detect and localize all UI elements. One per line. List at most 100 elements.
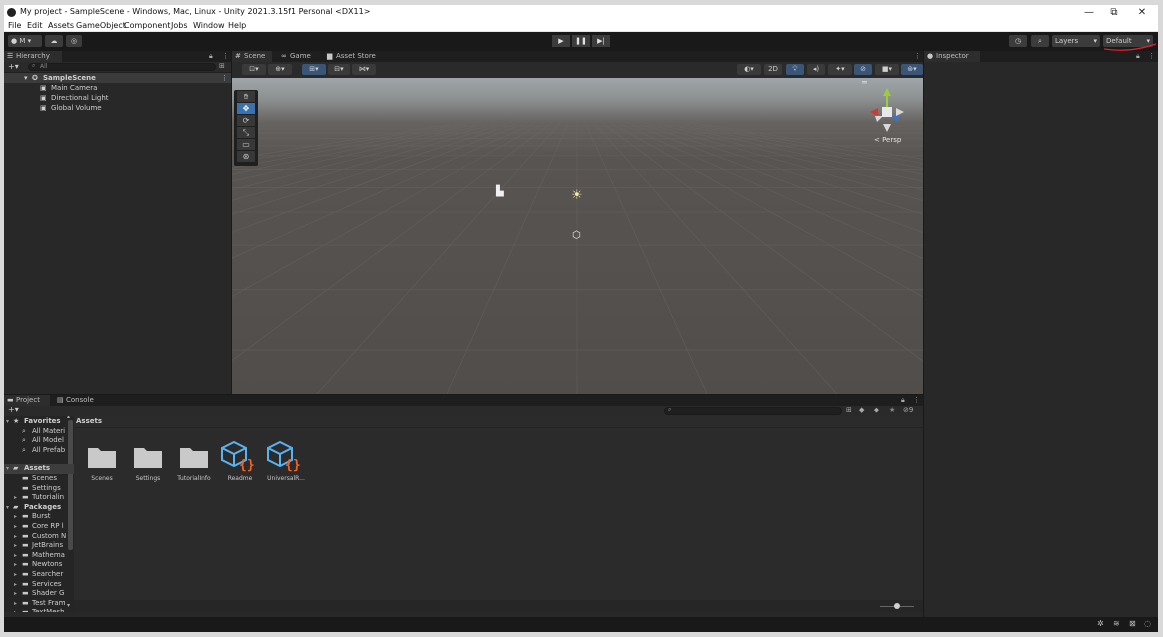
collab-button[interactable]: ◎ bbox=[66, 35, 82, 47]
zoom-slider-thumb[interactable] bbox=[894, 603, 900, 609]
tab-console[interactable]: ▤ Console bbox=[54, 395, 100, 406]
assets-folder[interactable]: ▾ ▰ Assets bbox=[4, 464, 74, 474]
kebab-menu-icon[interactable]: ⋮ bbox=[913, 396, 920, 404]
hierarchy-item[interactable]: ▣ Global Volume bbox=[4, 103, 231, 113]
minimize-button[interactable]: — bbox=[1079, 6, 1099, 19]
lighting-toggle[interactable]: 💡︎ bbox=[786, 64, 804, 75]
tab-game[interactable]: ∞ Game bbox=[278, 51, 314, 62]
menu-edit[interactable]: Edit bbox=[27, 21, 43, 30]
favorites-header[interactable]: ▾ ★ Favorites bbox=[4, 417, 74, 427]
tab-scene[interactable]: # Scene bbox=[232, 51, 272, 62]
asset-folder-item[interactable]: ▬ Scenes bbox=[4, 474, 74, 484]
grid-snap-toggle[interactable]: ⊞▾ bbox=[302, 64, 326, 75]
kebab-menu-icon[interactable]: ⋮ bbox=[221, 73, 228, 83]
align-button[interactable]: ⋈▾ bbox=[352, 64, 376, 75]
menu-help[interactable]: Help bbox=[228, 21, 246, 30]
rect-tool-button[interactable]: ▭ bbox=[237, 139, 255, 150]
package-item[interactable]: ▸ ▬ Shader G bbox=[4, 589, 74, 599]
hierarchy-item[interactable]: ▣ Directional Light bbox=[4, 93, 231, 103]
collapse-arrow-icon[interactable]: ▸ bbox=[14, 493, 17, 503]
play-button[interactable]: ▶ bbox=[552, 35, 570, 47]
package-item[interactable]: ▸ ▬ Custom N bbox=[4, 532, 74, 542]
kebab-menu-icon[interactable]: ⋮ bbox=[914, 52, 921, 60]
lock-icon[interactable]: 🔒︎ bbox=[901, 396, 905, 405]
scene-viewport[interactable]: ✋︎ ✥ ⟳ ⤡ ▭ ⊛ ═ < Persp ▙ ☀ ⬡ bbox=[232, 78, 923, 394]
snap-increment-button[interactable]: ⊟▾ bbox=[328, 64, 350, 75]
favorite-item[interactable]: ⌕ All Prefab bbox=[4, 446, 74, 456]
package-item[interactable]: ▸ ▬ JetBrains bbox=[4, 541, 74, 551]
collapse-arrow-icon[interactable]: ▸ bbox=[14, 512, 17, 522]
favorite-item[interactable]: ⌕ All Model bbox=[4, 436, 74, 446]
asset-item[interactable]: Settings bbox=[125, 438, 171, 488]
scale-tool-button[interactable]: ⤡ bbox=[237, 127, 255, 138]
expand-arrow-icon[interactable]: ▾ bbox=[6, 503, 9, 513]
filter-icon[interactable]: ⊞ bbox=[219, 62, 225, 70]
collapse-arrow-icon[interactable]: ▸ bbox=[14, 580, 17, 590]
menu-assets[interactable]: Assets bbox=[48, 21, 74, 30]
expand-arrow-icon[interactable]: ▾ bbox=[6, 417, 9, 427]
volume-gizmo-icon[interactable]: ⬡ bbox=[572, 230, 581, 241]
diagnostics-icon[interactable]: ⊠ bbox=[1129, 619, 1136, 628]
asset-item[interactable]: {} Readme bbox=[217, 438, 263, 488]
hidden-objects-toggle[interactable]: ⊘ bbox=[854, 64, 872, 75]
asset-item[interactable]: TutorialInfo bbox=[171, 438, 217, 488]
tab-inspector[interactable]: ● Inspector bbox=[924, 51, 980, 62]
draw-mode-dropdown[interactable]: ◐▾ bbox=[737, 64, 761, 75]
toggle-2d-button[interactable]: 2D bbox=[764, 64, 782, 75]
tab-hierarchy[interactable]: ☰ Hierarchy bbox=[4, 51, 62, 62]
layers-dropdown[interactable]: Layers ▾ bbox=[1052, 35, 1100, 47]
asset-folder-item[interactable]: ▬ Settings bbox=[4, 484, 74, 494]
asset-item[interactable]: {} UniversalR... bbox=[263, 438, 309, 488]
menu-file[interactable]: File bbox=[8, 21, 21, 30]
close-button[interactable]: ✕ bbox=[1132, 6, 1152, 19]
packages-folder[interactable]: ▾ ▰ Packages bbox=[4, 503, 74, 513]
expand-arrow-icon[interactable]: ▾ bbox=[6, 464, 9, 474]
pivot-toggle[interactable]: ⊡▾ bbox=[242, 64, 266, 75]
package-item[interactable]: ▸ ▬ Newtons bbox=[4, 560, 74, 570]
package-item[interactable]: ▸ ▬TextMesh bbox=[4, 608, 74, 612]
step-button[interactable]: ▶| bbox=[592, 35, 610, 47]
projection-label[interactable]: < Persp bbox=[874, 136, 901, 144]
menu-component[interactable]: Component bbox=[124, 21, 170, 30]
favorite-star-icon[interactable]: ★ bbox=[889, 406, 895, 414]
search-by-label-icon[interactable]: ◆ bbox=[859, 406, 864, 414]
breadcrumb-assets[interactable]: Assets bbox=[76, 417, 102, 425]
layers-icon[interactable]: ≋ bbox=[1113, 619, 1120, 628]
scene-row[interactable]: ▾ ✪ SampleScene ⋮ bbox=[4, 73, 231, 83]
add-button[interactable]: +▾ bbox=[8, 62, 19, 71]
collapse-arrow-icon[interactable]: ▸ bbox=[14, 522, 17, 532]
history-button[interactable]: ◷ bbox=[1009, 35, 1027, 47]
menu-gameobject[interactable]: GameObject bbox=[76, 21, 126, 30]
camera-gizmo-icon[interactable]: ▙ bbox=[496, 186, 504, 197]
cloud-button[interactable]: ☁ bbox=[45, 35, 63, 47]
tag-icon[interactable]: ⬥ bbox=[874, 406, 879, 415]
kebab-menu-icon[interactable]: ⋮ bbox=[222, 52, 229, 60]
restore-button[interactable]: ⧉ bbox=[1104, 6, 1124, 19]
global-toggle[interactable]: ⊕▾ bbox=[268, 64, 292, 75]
asset-folder-item[interactable]: ▸ ▬ Tutorialin bbox=[4, 493, 74, 503]
effects-dropdown[interactable]: ✦▾ bbox=[828, 64, 852, 75]
project-search-input[interactable]: ⌕ bbox=[664, 406, 842, 415]
tab-asset-store[interactable]: ▆ Asset Store bbox=[324, 51, 382, 62]
collapse-arrow-icon[interactable]: ▸ bbox=[14, 599, 17, 609]
package-item[interactable]: ▸ ▬ Burst bbox=[4, 512, 74, 522]
hierarchy-item[interactable]: ▣ Main Camera bbox=[4, 83, 231, 93]
package-item[interactable]: ▸ ▬ Core RP l bbox=[4, 522, 74, 532]
collapse-arrow-icon[interactable]: ▸ bbox=[14, 541, 17, 551]
camera-settings-dropdown[interactable]: ■▾ bbox=[875, 64, 899, 75]
gizmos-dropdown[interactable]: ⊛▾ bbox=[901, 64, 923, 75]
collapse-arrow-icon[interactable]: ▸ bbox=[14, 532, 17, 542]
bug-icon[interactable]: ✲ bbox=[1097, 619, 1104, 628]
collapse-arrow-icon[interactable]: ▸ bbox=[14, 608, 17, 612]
scene-orientation-gizmo[interactable] bbox=[862, 86, 912, 138]
search-by-type-icon[interactable]: ⊞ bbox=[846, 406, 852, 414]
refresh-icon[interactable]: ◌ bbox=[1144, 619, 1151, 628]
kebab-menu-icon[interactable]: ⋮ bbox=[1148, 52, 1155, 60]
pause-button[interactable]: ❚❚ bbox=[572, 35, 590, 47]
hidden-packages-icon[interactable]: ⊘9 bbox=[903, 406, 913, 414]
move-tool-button[interactable]: ✥ bbox=[237, 103, 255, 114]
rotate-tool-button[interactable]: ⟳ bbox=[237, 115, 255, 126]
search-button[interactable]: ⌕ bbox=[1031, 35, 1049, 47]
package-item[interactable]: ▸ ▬ Mathema bbox=[4, 551, 74, 561]
hand-tool-button[interactable]: ✋︎ bbox=[237, 91, 255, 102]
